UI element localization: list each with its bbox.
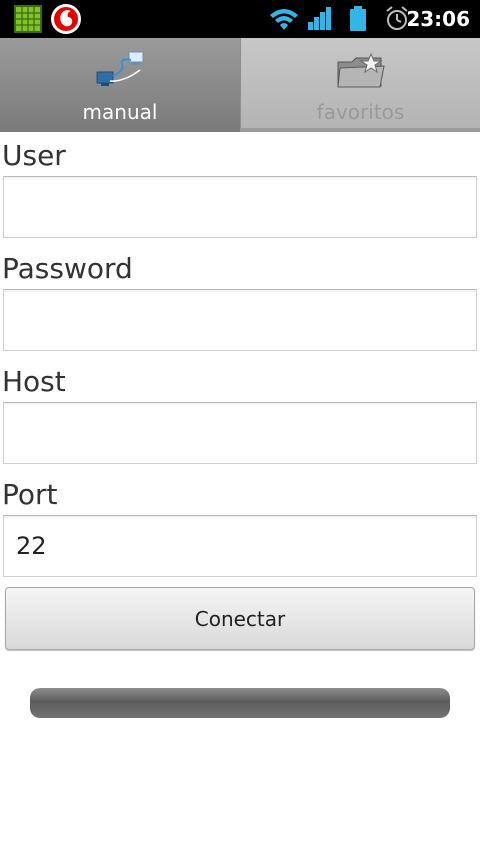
connect-button[interactable]: Conectar <box>5 587 475 650</box>
password-input[interactable] <box>3 289 477 351</box>
host-label: Host <box>2 365 66 398</box>
wifi-icon <box>270 9 298 30</box>
battery-icon <box>350 6 366 31</box>
tab-favoritos-label: favoritos <box>316 100 405 124</box>
tab-indicator-active <box>0 128 240 132</box>
user-label: User <box>2 139 66 172</box>
network-icon <box>96 51 144 86</box>
password-label: Password <box>2 252 133 285</box>
tab-bar: manual favoritos <box>0 38 480 132</box>
signal-icon <box>308 7 331 30</box>
host-input[interactable] <box>3 402 477 464</box>
tab-manual[interactable]: manual <box>0 38 240 132</box>
status-bar: 23:06 <box>0 0 480 38</box>
vodafone-icon <box>51 4 81 34</box>
clock: 23:06 <box>406 7 470 31</box>
tab-indicator <box>0 128 480 132</box>
port-label: Port <box>2 478 58 511</box>
user-input[interactable] <box>3 176 477 238</box>
tab-manual-label: manual <box>82 100 158 124</box>
app-grid-icon <box>14 5 42 33</box>
tab-favoritos[interactable]: favoritos <box>240 38 480 132</box>
port-input[interactable]: 22 <box>3 515 477 577</box>
folder-icon <box>337 52 385 88</box>
connection-progress-bar <box>30 688 450 718</box>
